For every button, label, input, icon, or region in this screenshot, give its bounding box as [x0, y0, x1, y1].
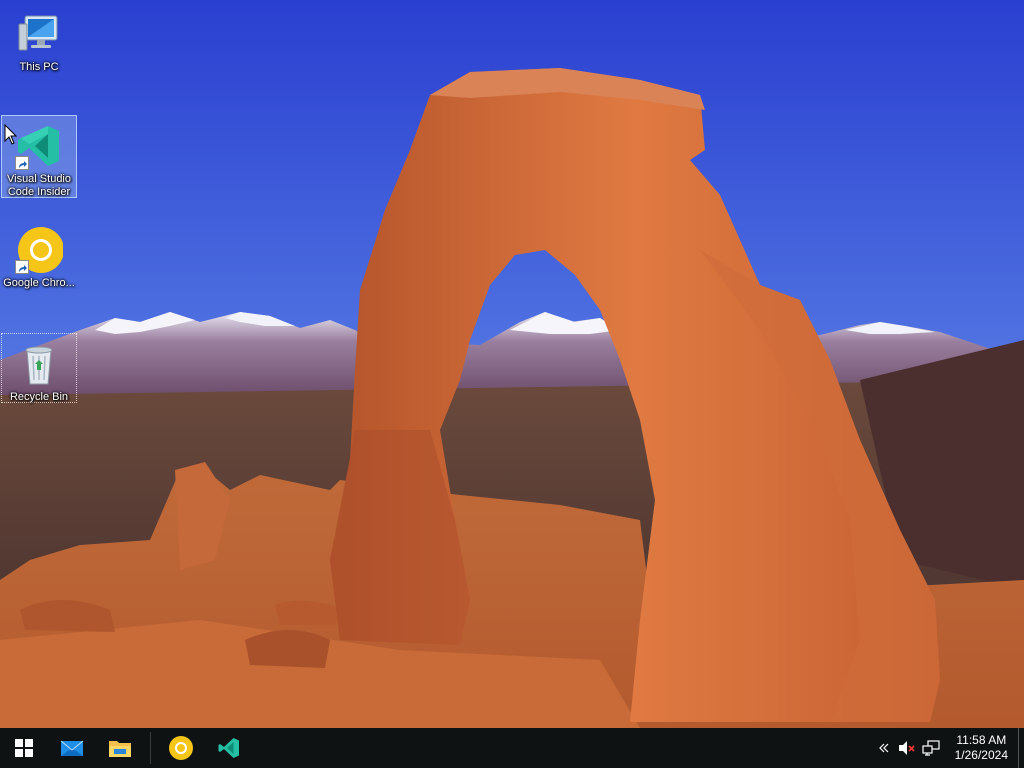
chrome-icon [15, 226, 64, 274]
taskbar-file-explorer-button[interactable] [96, 728, 144, 768]
chrome-icon [169, 736, 193, 760]
windows-logo-icon [15, 739, 33, 757]
show-desktop-button[interactable] [1018, 728, 1024, 768]
taskbar-separator [150, 732, 151, 764]
clock-time: 11:58 AM [956, 733, 1007, 747]
taskbar-vscode-insiders-button[interactable] [205, 728, 253, 768]
start-button[interactable] [0, 728, 48, 768]
desktop-icon-google-chrome[interactable]: Google Chro... [1, 220, 77, 306]
shortcut-arrow-icon [15, 260, 29, 274]
shortcut-arrow-icon [15, 156, 29, 170]
volume-muted-icon [898, 741, 915, 755]
taskbar-clock[interactable]: 11:58 AM 1/26/2024 [943, 733, 1018, 763]
clock-date: 1/26/2024 [954, 748, 1008, 762]
taskbar-mail-button[interactable] [48, 728, 96, 768]
desktop-icon-label: This PC [19, 61, 59, 73]
recycle-bin-icon [15, 340, 63, 388]
desktop-icon-this-pc[interactable]: This PC [1, 4, 77, 76]
taskbar-chrome-button[interactable] [157, 728, 205, 768]
vscode-insiders-icon [218, 738, 239, 758]
show-hidden-icons-button[interactable] [871, 728, 895, 768]
desktop-icon-label: Visual Studio Code Insider [6, 173, 71, 198]
computer-icon [15, 10, 63, 58]
system-tray: 11:58 AM 1/26/2024 [871, 728, 1024, 768]
network-icon [922, 740, 940, 756]
network-button[interactable] [919, 728, 943, 768]
vscode-insiders-icon [15, 122, 63, 170]
folder-icon [109, 741, 131, 757]
volume-button[interactable] [895, 728, 919, 768]
desktop-icon-recycle-bin[interactable]: Recycle Bin [1, 333, 77, 403]
desktop-wallpaper [0, 0, 1024, 728]
desktop-icon-label: Google Chro... [3, 277, 75, 289]
taskbar: 11:58 AM 1/26/2024 [0, 728, 1024, 768]
mouse-cursor-icon [4, 123, 18, 146]
chevron-left-icon [878, 743, 889, 753]
mail-icon [60, 740, 84, 756]
desktop-icon-label: Recycle Bin [9, 391, 69, 403]
